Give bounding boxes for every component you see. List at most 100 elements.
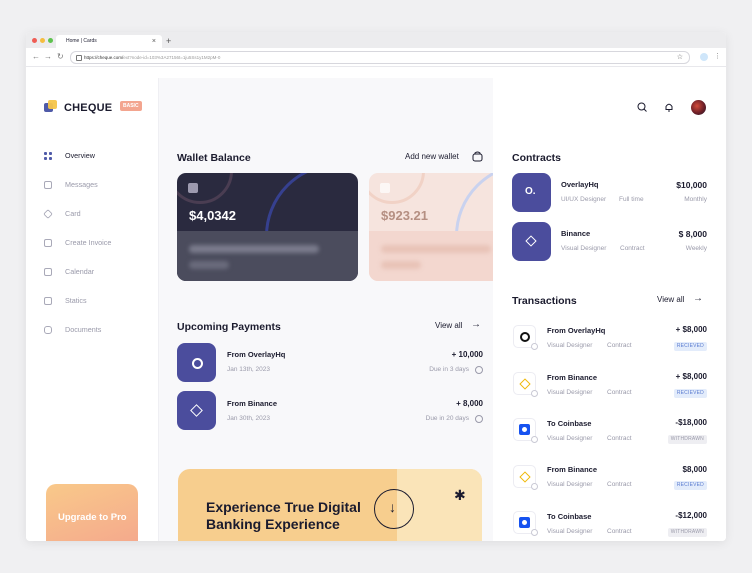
- sidebar-item-label: Documents: [65, 325, 102, 334]
- status-badge: RECIEVED: [673, 342, 707, 351]
- browser-tab[interactable]: Home | Cards ×: [56, 35, 162, 48]
- payment-name: From Binance: [227, 399, 278, 408]
- card-balance: $4,0342: [189, 208, 236, 223]
- tab-close-icon[interactable]: ×: [152, 35, 156, 48]
- logo-text: CHEQUE: [64, 102, 113, 114]
- payment-amount: + 10,000: [451, 350, 483, 359]
- card-chip-icon: [188, 183, 198, 193]
- contract-amount: $10,000: [676, 180, 707, 190]
- url-input[interactable]: https://cheque.com/ext?node-id=103%3A271…: [70, 51, 690, 64]
- card-icon: [43, 209, 53, 219]
- contract-role: UI/UX Designer: [561, 196, 607, 203]
- payment-date: Jan 30th, 2023: [227, 415, 271, 422]
- add-wallet-button[interactable]: Add new wallet: [405, 152, 459, 161]
- wallet-title: Wallet Balance: [177, 152, 251, 164]
- transaction-name: To Coinbase: [547, 512, 592, 521]
- overlayhq-icon: [513, 325, 538, 350]
- status-badge: WITHDRAWN: [667, 528, 707, 537]
- browser-menu-icon[interactable]: ⋮: [714, 52, 721, 62]
- new-tab-icon[interactable]: +: [166, 35, 171, 48]
- transaction-type: Contract: [607, 481, 632, 488]
- transaction-name: From Binance: [547, 373, 598, 382]
- maximize-window-dot[interactable]: [48, 38, 53, 43]
- upgrade-card[interactable]: Upgrade to Pro: [46, 484, 138, 541]
- transactions-title: Transactions: [512, 295, 577, 307]
- wallet-card-primary[interactable]: $4,0342: [177, 173, 358, 281]
- cheque-logo-icon: [44, 100, 58, 114]
- sparkle-icon: ✱: [454, 487, 466, 503]
- promo-banner[interactable]: Experience True Digital Banking Experien…: [178, 469, 482, 541]
- url-path: ext?node-id=103%3A27156t=1ju5Ss1y1M2pM-0: [123, 55, 221, 60]
- transaction-type: Contract: [607, 528, 632, 535]
- transaction-role: Visual Designer: [547, 389, 593, 396]
- contract-name: Binance: [561, 229, 591, 238]
- url-host: https://cheque.com/: [84, 55, 124, 60]
- main-content: Wallet Balance Add new wallet $4,0342 $9…: [159, 78, 509, 541]
- card-details-blurred: [369, 231, 509, 281]
- invoice-icon: [44, 239, 52, 247]
- payments-title: Upcoming Payments: [177, 321, 281, 333]
- contract-name: OverlayHq: [561, 180, 599, 189]
- contract-type: Contract: [620, 245, 645, 252]
- transaction-name: From OverlayHq: [547, 326, 606, 335]
- wallet-icon[interactable]: [472, 151, 483, 162]
- sidebar-item-label: Card: [65, 209, 81, 218]
- sidebar-item-label: Messages: [65, 180, 98, 189]
- contracts-title: Contracts: [512, 152, 562, 164]
- bookmark-star-icon[interactable]: ☆: [677, 52, 683, 63]
- transaction-amount: $8,000: [682, 465, 707, 474]
- transaction-amount: -$18,000: [675, 418, 707, 427]
- avatar[interactable]: [691, 100, 706, 115]
- payment-date: Jan 13th, 2023: [227, 366, 271, 373]
- close-window-dot[interactable]: [32, 38, 37, 43]
- status-badge: RECIEVED: [673, 389, 707, 398]
- transaction-role: Visual Designer: [547, 342, 593, 349]
- calendar-icon: [44, 268, 52, 276]
- contract-amount: $ 8,000: [678, 229, 707, 239]
- payment-amount: + 8,000: [456, 399, 483, 408]
- overlayhq-icon: O.: [512, 173, 551, 212]
- transaction-role: Visual Designer: [547, 435, 593, 442]
- transaction-type: Contract: [607, 389, 632, 396]
- status-badge: WITHDRAWN: [667, 435, 707, 444]
- forward-icon[interactable]: →: [44, 52, 52, 62]
- grid-icon: [44, 152, 52, 160]
- plan-badge: BASIC: [120, 101, 142, 111]
- bell-icon[interactable]: [664, 102, 674, 112]
- lock-icon: [76, 55, 82, 61]
- payment-due: Due in 20 days: [425, 415, 469, 422]
- extension-icon[interactable]: [700, 53, 708, 61]
- minimize-window-dot[interactable]: [40, 38, 45, 43]
- back-icon[interactable]: ←: [32, 52, 40, 62]
- sidebar-item-label: Statics: [65, 296, 87, 305]
- status-badge: RECIEVED: [673, 481, 707, 490]
- tab-title: Home | Cards: [66, 38, 97, 44]
- contract-type: Full time: [619, 196, 644, 203]
- transactions-view-all[interactable]: View all: [657, 295, 684, 304]
- arrow-down-icon: ↓: [389, 499, 396, 515]
- reload-icon[interactable]: ↻: [57, 52, 64, 62]
- sidebar-item-label: Create Invoice: [65, 238, 112, 247]
- promo-badge: ↓: [374, 489, 414, 529]
- payments-view-all[interactable]: View all: [435, 321, 462, 330]
- coinbase-icon: [513, 418, 538, 443]
- transaction-amount: + $8,000: [675, 372, 707, 381]
- transaction-amount: -$12,000: [675, 511, 707, 520]
- arrow-right-icon[interactable]: →: [693, 293, 703, 304]
- clock-icon: [475, 415, 483, 423]
- payment-name: From OverlayHq: [227, 350, 286, 359]
- binance-icon: [512, 222, 551, 261]
- wallet-card-secondary[interactable]: $923.21: [369, 173, 509, 281]
- right-panel: Contracts O. OverlayHq UI/UX Designer Fu…: [493, 78, 726, 541]
- promo-title: Experience True Digital Banking Experien…: [206, 499, 361, 532]
- binance-icon: [177, 391, 216, 430]
- search-icon[interactable]: [637, 102, 647, 112]
- document-icon: [44, 326, 52, 334]
- contract-period: Monthly: [684, 196, 707, 203]
- sidebar-item-label: Calendar: [65, 267, 95, 276]
- card-chip-icon: [380, 183, 390, 193]
- contract-role: Visual Designer: [561, 245, 607, 252]
- mail-icon: [44, 181, 52, 189]
- transaction-name: From Binance: [547, 465, 598, 474]
- arrow-right-icon[interactable]: →: [471, 319, 481, 330]
